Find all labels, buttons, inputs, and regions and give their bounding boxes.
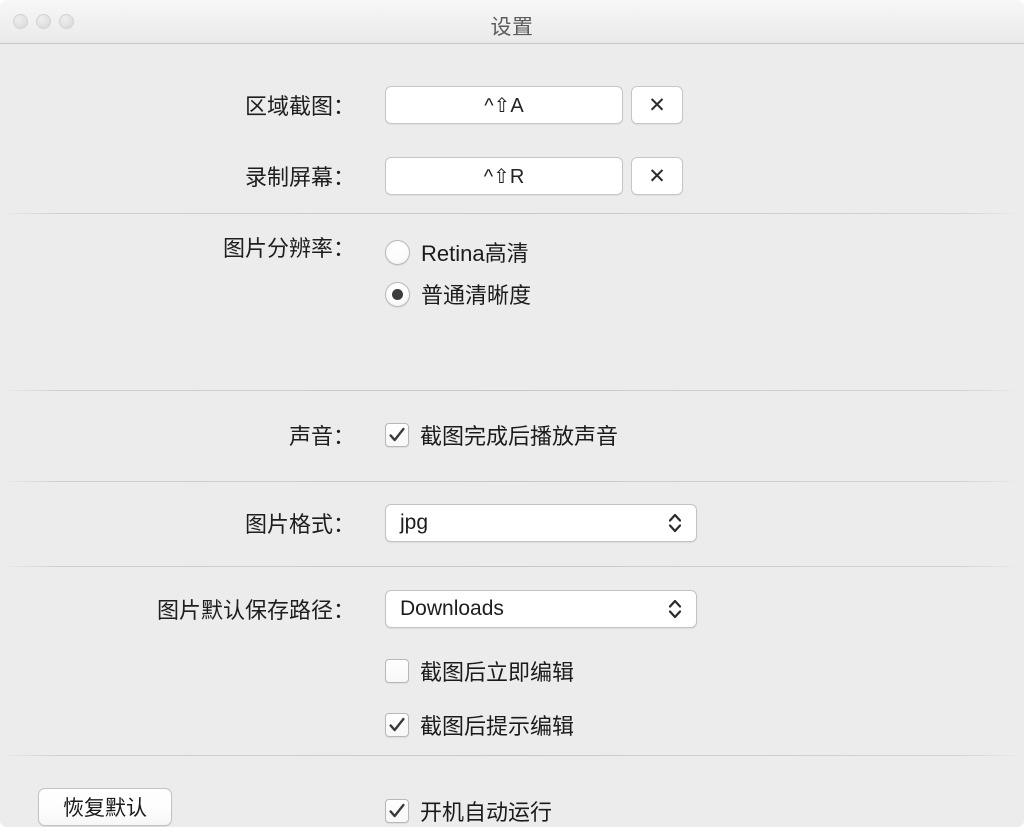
checkbox-empty-icon	[385, 659, 409, 683]
image-format-value: jpg	[400, 511, 429, 534]
region-capture-clear-icon[interactable]: ✕	[631, 86, 683, 124]
separator-1	[0, 213, 1024, 214]
title-bar: 设置	[0, 0, 1024, 44]
separator-5	[0, 755, 1024, 756]
resolution-label: 图片分辨率：	[222, 236, 355, 261]
record-screen-clear-icon[interactable]: ✕	[631, 157, 683, 195]
record-screen-label: 录制屏幕：	[244, 165, 355, 190]
separator-3	[0, 481, 1024, 482]
checkmark-icon	[385, 713, 409, 737]
checkbox-autostart-label: 开机自动运行	[420, 800, 553, 825]
image-format-select[interactable]: jpg	[385, 504, 697, 542]
row-save-path: 图片默认保存路径： Downloads	[0, 590, 697, 628]
chevron-updown-icon	[668, 599, 682, 619]
checkbox-edit-immediately-label: 截图后立即编辑	[420, 660, 575, 685]
row-autostart: 开机自动运行	[385, 795, 552, 827]
record-screen-shortcut-input[interactable]: ^⇧R	[385, 157, 623, 195]
radio-option-retina-label: Retina高清	[421, 241, 529, 266]
settings-body: 区域截图： ^⇧A ✕ 录制屏幕： ^⇧R ✕ 图片分辨率： Retina高清 …	[0, 44, 1024, 827]
restore-defaults-button[interactable]: 恢复默认	[38, 788, 172, 826]
record-screen-controls: ^⇧R ✕	[385, 157, 683, 195]
sound-label: 声音：	[288, 424, 355, 449]
row-sound: 声音： 截图完成后播放声音	[0, 419, 618, 451]
row-region-capture: 区域截图： ^⇧A ✕	[0, 86, 683, 124]
checkbox-prompt-edit[interactable]: 截图后提示编辑	[385, 709, 574, 741]
radio-circle-icon	[385, 239, 410, 265]
checkbox-play-sound-label: 截图完成后播放声音	[420, 424, 619, 449]
save-path-label: 图片默认保存路径：	[156, 598, 355, 623]
row-record-screen: 录制屏幕： ^⇧R ✕	[0, 157, 683, 195]
checkmark-icon	[385, 799, 409, 823]
image-format-label: 图片格式：	[244, 512, 355, 537]
save-path-select[interactable]: Downloads	[385, 590, 697, 628]
radio-option-normal-label: 普通清晰度	[421, 283, 532, 308]
window-title: 设置	[490, 16, 534, 39]
row-image-format: 图片格式： jpg	[0, 504, 697, 542]
separator-2	[0, 390, 1024, 391]
radio-option-retina[interactable]: Retina高清	[385, 236, 531, 268]
image-format-controls: jpg	[385, 504, 697, 542]
radio-circle-selected-icon	[385, 281, 410, 307]
save-path-controls: Downloads	[385, 590, 697, 628]
checkbox-edit-immediately[interactable]: 截图后立即编辑	[385, 655, 574, 687]
sound-controls: 截图完成后播放声音	[385, 419, 618, 451]
checkmark-icon	[385, 423, 409, 447]
region-capture-label: 区域截图：	[244, 94, 355, 119]
settings-window: 设置 区域截图： ^⇧A ✕ 录制屏幕： ^⇧R ✕ 图片分辨率： Retina…	[0, 0, 1024, 827]
row-prompt-edit: 截图后提示编辑	[385, 709, 574, 741]
resolution-radio-group: Retina高清 普通清晰度	[385, 236, 531, 310]
checkbox-prompt-edit-label: 截图后提示编辑	[420, 714, 575, 739]
row-edit-immediately: 截图后立即编辑	[385, 655, 574, 687]
restore-defaults-wrap: 恢复默认	[38, 788, 172, 826]
row-resolution: 图片分辨率： Retina高清 普通清晰度	[0, 236, 531, 310]
separator-4	[0, 566, 1024, 567]
region-capture-shortcut-input[interactable]: ^⇧A	[385, 86, 623, 124]
save-path-value: Downloads	[400, 597, 504, 620]
chevron-updown-icon	[668, 513, 682, 533]
checkbox-autostart[interactable]: 开机自动运行	[385, 795, 552, 827]
radio-option-normal[interactable]: 普通清晰度	[385, 278, 531, 310]
checkbox-play-sound[interactable]: 截图完成后播放声音	[385, 419, 618, 451]
region-capture-controls: ^⇧A ✕	[385, 86, 683, 124]
